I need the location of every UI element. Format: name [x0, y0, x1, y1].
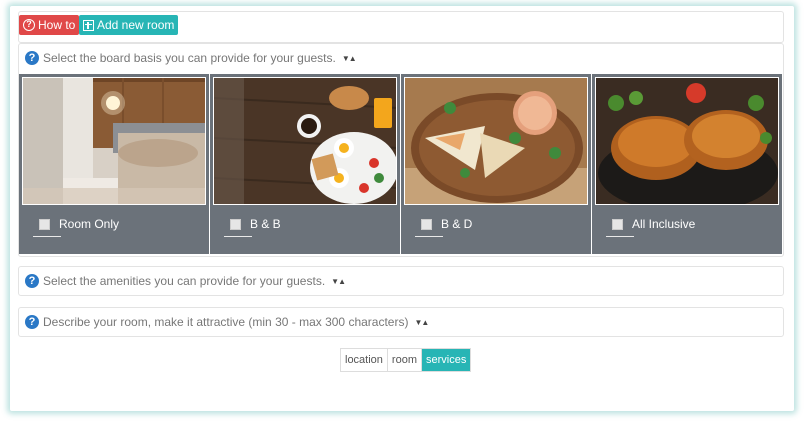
- room-only-label: Room Only: [59, 217, 120, 231]
- board-option-bd[interactable]: B & D: [401, 74, 591, 254]
- how-to-label: How to: [38, 18, 76, 32]
- option-underline: [606, 236, 634, 237]
- bb-checkbox[interactable]: [230, 218, 241, 230]
- breakfast-photo: [213, 77, 397, 205]
- bedroom-photo: [22, 77, 206, 205]
- bb-option[interactable]: B & B: [230, 217, 281, 231]
- add-new-room-label: Add new room: [97, 18, 175, 32]
- tab-services[interactable]: services: [421, 349, 471, 371]
- step-tabs: location room services: [340, 348, 472, 372]
- all-inclusive-option[interactable]: All Inclusive: [612, 217, 695, 231]
- option-underline: [33, 236, 61, 237]
- tab-room[interactable]: room: [387, 349, 422, 371]
- bd-option[interactable]: B & D: [421, 217, 472, 231]
- quesadilla-dinner-photo: [404, 77, 588, 205]
- help-icon[interactable]: ?: [25, 274, 39, 288]
- collapse-toggle-icon[interactable]: ▼▲: [331, 277, 346, 286]
- question-icon: ?: [23, 19, 35, 31]
- board-option-room-only[interactable]: Room Only: [19, 74, 209, 254]
- how-to-button[interactable]: ? How to: [19, 15, 80, 35]
- help-icon[interactable]: ?: [25, 51, 39, 65]
- board-basis-panel: ? Select the board basis you can provide…: [18, 43, 784, 257]
- bb-label: B & B: [250, 217, 281, 231]
- collapse-toggle-icon[interactable]: ▼▲: [414, 318, 429, 327]
- description-title: Describe your room, make it attractive (…: [43, 315, 409, 329]
- board-basis-title: Select the board basis you can provide f…: [43, 51, 336, 65]
- help-icon[interactable]: ?: [25, 315, 39, 329]
- all-inclusive-checkbox[interactable]: [612, 218, 623, 230]
- bd-label: B & D: [441, 217, 473, 231]
- tab-location[interactable]: location: [341, 349, 388, 371]
- main-frame: ? How to Add new room ? Select the board…: [10, 6, 794, 411]
- description-header[interactable]: ? Describe your room, make it attractive…: [19, 308, 783, 336]
- board-option-bb[interactable]: B & B: [210, 74, 400, 254]
- bd-checkbox[interactable]: [421, 218, 432, 230]
- toolbar: ? How to Add new room: [18, 11, 784, 43]
- board-options: Room Only B & B B & D All Inclusive: [19, 74, 783, 254]
- collapse-toggle-icon[interactable]: ▼▲: [342, 54, 357, 63]
- amenities-panel: ? Select the amenities you can provide f…: [18, 266, 784, 296]
- amenities-header[interactable]: ? Select the amenities you can provide f…: [19, 267, 783, 295]
- description-panel: ? Describe your room, make it attractive…: [18, 307, 784, 337]
- all-inclusive-label: All Inclusive: [632, 217, 696, 231]
- room-only-option[interactable]: Room Only: [39, 217, 119, 231]
- option-underline: [415, 236, 443, 237]
- add-new-room-button[interactable]: Add new room: [79, 15, 179, 35]
- option-underline: [224, 236, 252, 237]
- plus-icon: [83, 19, 94, 31]
- board-option-all-inclusive[interactable]: All Inclusive: [592, 74, 782, 254]
- roast-chicken-photo: [595, 77, 779, 205]
- room-only-checkbox[interactable]: [39, 218, 50, 230]
- board-basis-header[interactable]: ? Select the board basis you can provide…: [19, 44, 783, 72]
- amenities-title: Select the amenities you can provide for…: [43, 274, 326, 288]
